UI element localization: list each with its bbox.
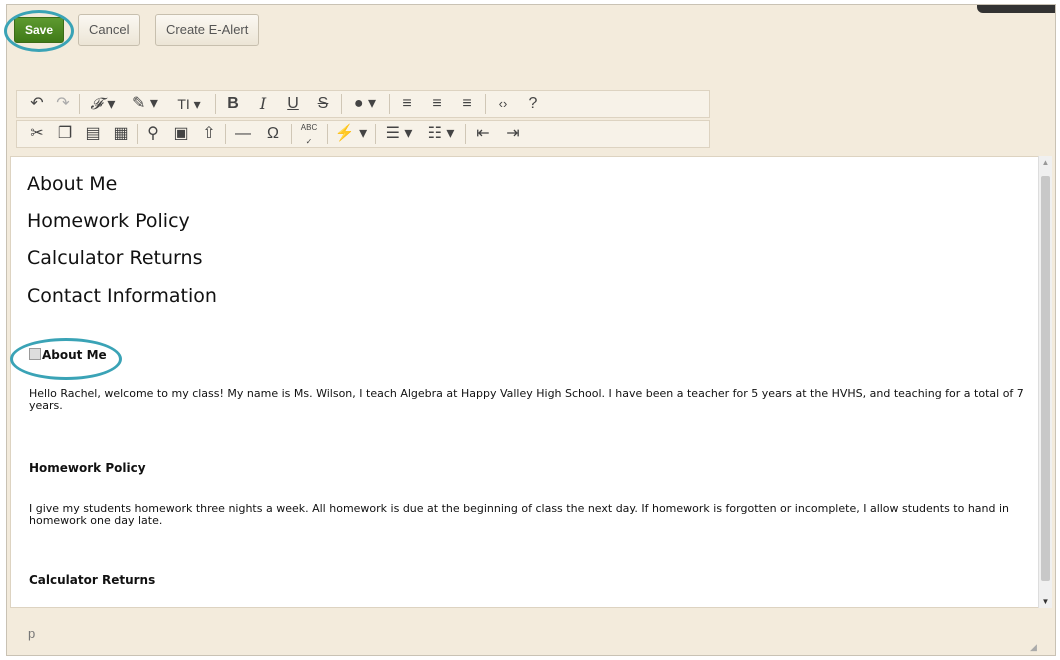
- toolbar-divider: [375, 124, 376, 144]
- toolbar-divider: [465, 124, 466, 144]
- toolbar-divider: [341, 94, 342, 114]
- spellcheck-icon[interactable]: ABC ✓: [295, 121, 323, 147]
- image-icon[interactable]: ▣: [169, 121, 193, 147]
- section-heading-calculator-returns[interactable]: Calculator Returns: [29, 573, 155, 587]
- code-view-icon[interactable]: ‹›: [489, 91, 517, 117]
- editor-status-bar: p ◢: [10, 612, 1040, 652]
- italic-icon[interactable]: I: [249, 91, 277, 117]
- font-family-icon[interactable]: 𝓕 ▾: [83, 91, 123, 117]
- background-color-icon[interactable]: ● ▾: [345, 91, 385, 117]
- anchor-link-contact-information[interactable]: Contact Information: [27, 285, 217, 307]
- toolbar-row-2: ✂ ❐ ▤ ▦ ⚲ ▣ ⇧ — Ω ABC ✓ ⚡ ▾ ☰ ▾ ☷ ▾ ⇤ ⇥: [16, 120, 710, 148]
- align-center-icon[interactable]: ≡: [423, 91, 451, 117]
- indent-icon[interactable]: ⇥: [499, 121, 527, 147]
- toolbar-divider: [79, 94, 80, 114]
- anchor-link-about-me[interactable]: About Me: [27, 173, 117, 195]
- upload-icon[interactable]: ⇧: [197, 121, 221, 147]
- undo-icon[interactable]: ↶: [25, 91, 49, 117]
- outdent-icon[interactable]: ⇤: [469, 121, 497, 147]
- link-icon[interactable]: ⚲: [141, 121, 165, 147]
- align-right-icon[interactable]: ≡: [453, 91, 481, 117]
- toolbar-divider: [215, 94, 216, 114]
- section-heading-about-me[interactable]: About Me: [29, 348, 107, 362]
- special-char-icon[interactable]: Ω: [259, 121, 287, 147]
- element-path[interactable]: p: [28, 626, 35, 641]
- paste-icon[interactable]: ▤: [81, 121, 105, 147]
- bold-icon[interactable]: B: [219, 91, 247, 117]
- strikethrough-icon[interactable]: S: [309, 91, 337, 117]
- font-size-icon[interactable]: TI ▾: [167, 91, 211, 117]
- paste-text-icon[interactable]: ▦: [109, 121, 133, 147]
- help-icon[interactable]: ?: [519, 91, 547, 117]
- section-heading-text: About Me: [42, 348, 107, 362]
- section-heading-homework-policy[interactable]: Homework Policy: [29, 461, 146, 475]
- editor-scrollbar[interactable]: ▲ ▼: [1038, 156, 1052, 608]
- numbered-list-icon[interactable]: ☷ ▾: [421, 121, 461, 147]
- scroll-down-arrow-icon[interactable]: ▼: [1039, 597, 1052, 606]
- save-button[interactable]: Save: [14, 17, 65, 43]
- editor-content-area[interactable]: About Me Homework Policy Calculator Retu…: [10, 156, 1040, 608]
- align-left-icon[interactable]: ≡: [393, 91, 421, 117]
- resize-handle-icon[interactable]: ◢: [1030, 642, 1040, 652]
- scroll-up-arrow-icon[interactable]: ▲: [1039, 158, 1052, 167]
- section-text-about-me[interactable]: Hello Rachel, welcome to my class! My na…: [11, 388, 1031, 412]
- section-text-homework-policy[interactable]: I give my students homework three nights…: [11, 503, 1031, 527]
- underline-icon[interactable]: U: [279, 91, 307, 117]
- toolbar-divider: [291, 124, 292, 144]
- horizontal-rule-icon[interactable]: —: [229, 121, 257, 147]
- create-e-alert-button[interactable]: Create E-Alert: [155, 14, 260, 46]
- toolbar-divider: [327, 124, 328, 144]
- toolbar-row-1: ↶ ↷ 𝓕 ▾ ✎ ▾ TI ▾ B I U S ● ▾ ≡ ≡ ≡ ‹› ?: [16, 90, 710, 118]
- copy-icon[interactable]: ❐: [53, 121, 77, 147]
- toolbar-divider: [389, 94, 390, 114]
- toolbar-divider: [137, 124, 138, 144]
- anchor-link-homework-policy[interactable]: Homework Policy: [27, 210, 190, 232]
- bullet-list-icon[interactable]: ☰ ▾: [379, 121, 419, 147]
- spellcheck-glyph: ABC: [300, 123, 318, 132]
- font-color-icon[interactable]: ✎ ▾: [125, 91, 165, 117]
- cut-icon[interactable]: ✂: [25, 121, 49, 147]
- top-corner-tab: [977, 5, 1055, 13]
- toolbar-divider: [225, 124, 226, 144]
- redo-icon[interactable]: ↷: [51, 91, 75, 117]
- scrollbar-thumb[interactable]: [1041, 176, 1050, 581]
- anchor-marker-icon[interactable]: [29, 348, 41, 360]
- anchor-link-calculator-returns[interactable]: Calculator Returns: [27, 247, 202, 269]
- editor-toolbar: ↶ ↷ 𝓕 ▾ ✎ ▾ TI ▾ B I U S ● ▾ ≡ ≡ ≡ ‹› ? …: [10, 86, 1040, 158]
- font-size-glyph: TI: [177, 96, 190, 112]
- quick-insert-icon[interactable]: ⚡ ▾: [331, 121, 371, 147]
- cancel-button[interactable]: Cancel: [78, 14, 141, 46]
- toolbar-divider: [485, 94, 486, 114]
